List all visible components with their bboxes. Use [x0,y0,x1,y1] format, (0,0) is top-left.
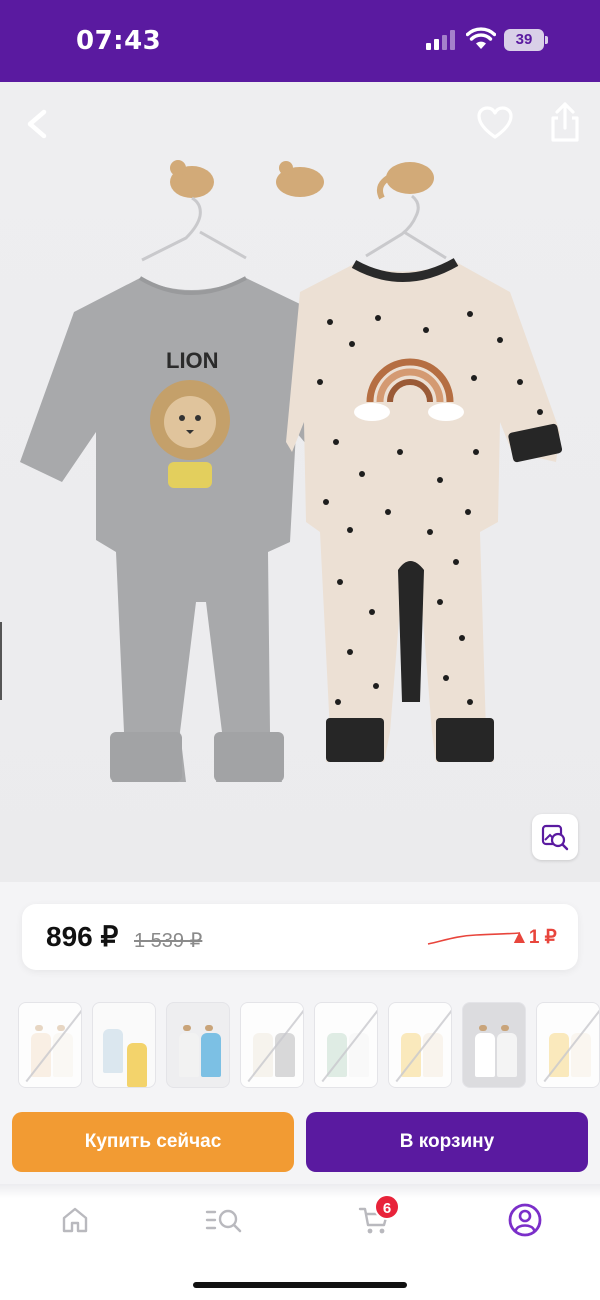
battery-tip [545,36,548,44]
thumbnail[interactable] [92,1002,156,1088]
thumbnail-strip[interactable] [0,1000,600,1090]
image-search-icon [541,824,569,851]
home-icon [62,1207,88,1233]
status-time: 07:43 [76,26,162,56]
product-image[interactable]: LION [0,82,600,882]
thumbnail[interactable] [166,1002,230,1088]
thumbnail[interactable] [536,1002,600,1088]
dotted-romper [286,258,563,762]
wooden-hooks [170,160,434,200]
nav-profile[interactable] [497,1198,553,1242]
nav-divider [0,1184,600,1198]
wifi-icon [466,27,496,49]
old-price: 1 539 ₽ [134,930,203,952]
battery-indicator: 39 [504,29,544,51]
visual-search-button[interactable] [532,814,578,860]
thumbnail[interactable] [314,1002,378,1088]
heart-icon [477,106,513,139]
share-button[interactable] [544,100,586,144]
thumbnail[interactable] [18,1002,82,1088]
price-trend-sparkline[interactable] [426,926,522,950]
add-to-cart-button[interactable]: В корзину [306,1112,588,1172]
profile-icon [508,1203,542,1237]
price-card: 896 ₽ 1 539 ₽ ▲1 ₽ [22,904,578,970]
cart-badge: 6 [374,1194,400,1220]
favorite-button[interactable] [474,102,516,144]
lion-print-text: LION [166,348,219,373]
status-bar: 07:43 39 [0,0,600,82]
nav-home[interactable] [47,1198,103,1242]
product-photo: LION [20,160,563,782]
scroll-indicator [0,622,2,700]
home-indicator[interactable] [193,1282,407,1288]
current-price: 896 ₽ [46,921,119,952]
back-button[interactable] [18,104,58,144]
cellular-signal-icon [426,30,456,50]
thumbnail[interactable] [240,1002,304,1088]
thumbnail[interactable] [388,1002,452,1088]
catalog-search-icon [205,1209,242,1233]
buy-now-button[interactable]: Купить сейчас [12,1112,294,1172]
price-change: ▲1 ₽ [510,927,557,948]
share-icon [551,102,579,142]
nav-catalog[interactable] [196,1198,252,1242]
thumbnail[interactable] [462,1002,526,1088]
price-up-icon: ▲ [510,927,529,948]
back-arrow-icon [27,109,47,139]
